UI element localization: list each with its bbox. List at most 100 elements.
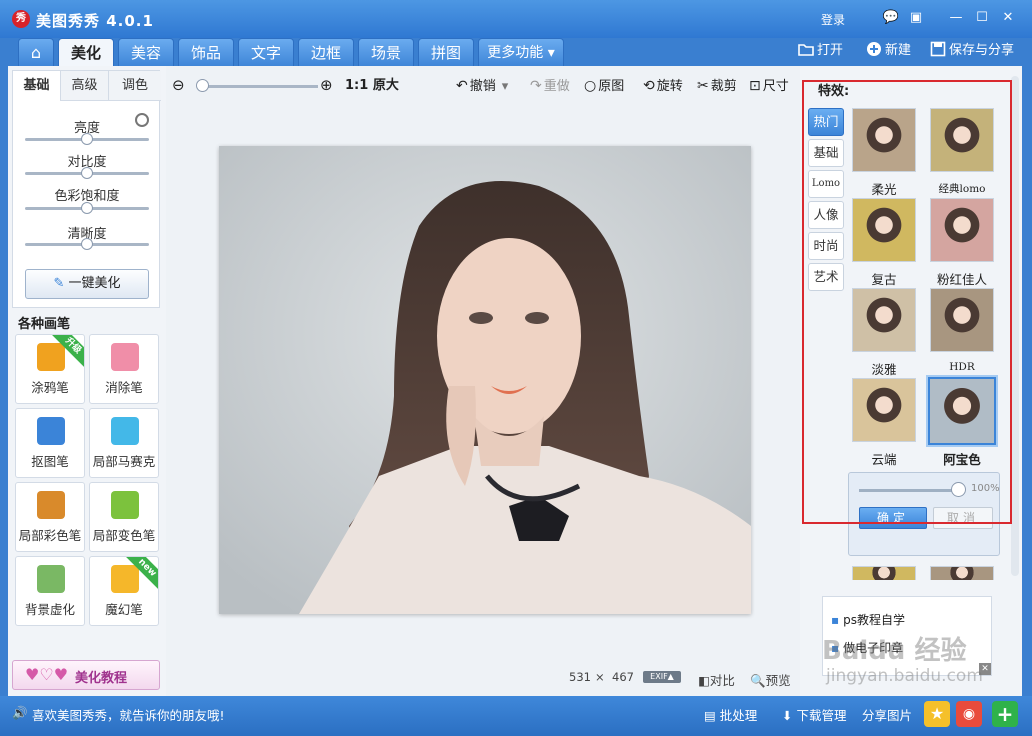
intensity-knob[interactable] [951,482,966,497]
effect-thumb-soft-light[interactable] [852,108,916,172]
category-lomo[interactable]: Lomo [808,170,844,198]
baidu-watermark: Baidu 经验 [822,636,967,666]
brushes-title: 各种画笔 [18,317,71,332]
right-scrollbar[interactable] [1011,76,1019,576]
title-bar: 秀 美图秀秀 4.0.1 登录 💬 ▣ — ☐ ✕ [0,0,1032,38]
minimize-button[interactable]: — [946,9,966,29]
tab-home[interactable]: ⌂ [18,38,54,66]
effect-thumb-hdr[interactable] [930,288,994,352]
actual-size-button[interactable]: 1:1 原大 [345,76,399,96]
effect-label: 云端 [871,452,897,467]
tutorial-button[interactable]: ♥♡♥ 美化教程 [12,660,160,690]
category-fashion[interactable]: 时尚 [808,232,844,260]
skin-icon[interactable]: ▣ [906,9,926,29]
redo-button[interactable]: ↷ 重做 [530,76,570,96]
download-manager-button[interactable]: ⬇ 下载管理 [782,705,846,724]
redo-label: 重做 [543,79,570,94]
resize-icon: ⊡ [749,78,761,94]
speaker-icon: 🔊 [12,705,28,720]
saturation-knob[interactable] [81,202,93,214]
sharpness-knob[interactable] [81,238,93,250]
tab-text[interactable]: 文字 [238,38,294,66]
brush-eraser[interactable]: 消除笔 [89,334,159,404]
maximize-button[interactable]: ☐ [972,9,992,29]
save-share-label: 保存与分享 [949,43,1015,58]
brush-magic[interactable]: new 魔幻笔 [89,556,159,626]
confirm-button[interactable]: 确定 [859,507,927,529]
effect-thumb-classic-lomo[interactable] [930,108,994,172]
magic-brush-icon [111,565,139,593]
zoom-out-icon[interactable]: ⊖ [172,76,185,94]
brush-label: 局部彩色笔 [18,528,82,543]
close-button[interactable]: ✕ [998,9,1018,29]
preview-button[interactable]: 🔍预览 [750,670,791,689]
brush-cutout[interactable]: 抠图笔 [15,408,85,478]
photo-canvas[interactable] [219,146,751,614]
doodle-brush-icon [37,343,65,371]
contrast-knob[interactable] [81,167,93,179]
brush-mosaic[interactable]: 局部马赛克 [89,408,159,478]
add-icon[interactable]: + [992,701,1018,727]
crop-label: 裁剪 [710,79,737,94]
magic-wand-icon: ✎ [53,276,69,291]
batch-button[interactable]: ▤ 批处理 [704,705,757,724]
effect-thumb-cloud[interactable] [852,378,916,442]
tab-border[interactable]: 边框 [298,38,354,66]
one-key-beautify-button[interactable]: ✎ 一键美化 [25,269,149,299]
subtab-basic[interactable]: 基础 [13,71,61,101]
mosaic-icon [111,417,139,445]
category-portrait[interactable]: 人像 [808,201,844,229]
recommend-link[interactable]: ▪ ps教程自学 [831,611,905,628]
effect-thumb-elegant[interactable] [852,288,916,352]
crop-button[interactable]: ✂ 裁剪 [697,76,737,96]
compare-button[interactable]: ◧对比 [698,670,735,689]
subtab-advanced[interactable]: 高级 [61,71,109,101]
intensity-value: 100% [971,483,1000,494]
effect-thumb-partial[interactable] [852,566,916,580]
star-icon[interactable]: ★ [924,701,950,727]
brush-doodle[interactable]: 升级 涂鸦笔 [15,334,85,404]
weibo-icon[interactable]: ◉ [956,701,982,727]
intensity-slider[interactable] [859,489,959,492]
brush-label: 背景虚化 [24,602,75,617]
new-button[interactable]: 新建 [866,40,911,62]
tab-collage[interactable]: 拼图 [418,38,474,66]
category-basic[interactable]: 基础 [808,139,844,167]
effect-thumb-vintage[interactable] [852,198,916,262]
category-art[interactable]: 艺术 [808,263,844,291]
brush-label: 局部马赛克 [92,454,156,469]
new-label: 新建 [885,43,912,58]
login-link[interactable]: 登录 [821,11,845,28]
message-icon[interactable]: 💬 [881,9,901,29]
share-message[interactable]: 喜欢美图秀秀，就告诉你的朋友哦! [32,705,225,724]
category-hot[interactable]: 热门 [808,108,844,136]
open-button[interactable]: 打开 [798,40,843,62]
brightness-knob[interactable] [81,133,93,145]
brush-local-recolor[interactable]: 局部变色笔 [89,482,159,552]
chevron-down-icon[interactable]: ▾ [502,79,509,94]
tab-scene[interactable]: 场景 [358,38,414,66]
tab-more[interactable]: 更多功能 ▾ [478,38,564,66]
zoom-in-icon[interactable]: ⊕ [320,76,333,94]
exif-button[interactable]: EXIF▲ [643,671,681,683]
zoom-knob[interactable] [196,79,209,92]
resize-button[interactable]: ⊡ 尺寸 [749,76,789,96]
effect-thumb-pink-lady[interactable] [930,198,994,262]
save-share-button[interactable]: 保存与分享 [930,40,1014,62]
effect-thumb-partial[interactable] [930,566,994,580]
batch-icon: ▤ [704,708,720,723]
zoom-slider[interactable] [200,85,318,88]
tab-accessories[interactable]: 饰品 [178,38,234,66]
cancel-button[interactable]: 取消 [933,507,993,529]
share-picture-button[interactable]: 分享图片 [862,705,912,724]
rotate-button[interactable]: ⟲ 旋转 [643,76,683,96]
effect-thumb-abao[interactable] [928,377,996,445]
original-button[interactable]: ○ 原图 [584,76,624,96]
brush-bg-blur[interactable]: 背景虚化 [15,556,85,626]
brush-local-color[interactable]: 局部彩色笔 [15,482,85,552]
tab-beautify[interactable]: 美化 [58,38,114,66]
image-width: 531 [569,670,591,684]
subtab-color[interactable]: 调色 [109,71,161,101]
undo-button[interactable]: ↶ 撤销 ▾ [456,76,508,96]
tab-face[interactable]: 美容 [118,38,174,66]
